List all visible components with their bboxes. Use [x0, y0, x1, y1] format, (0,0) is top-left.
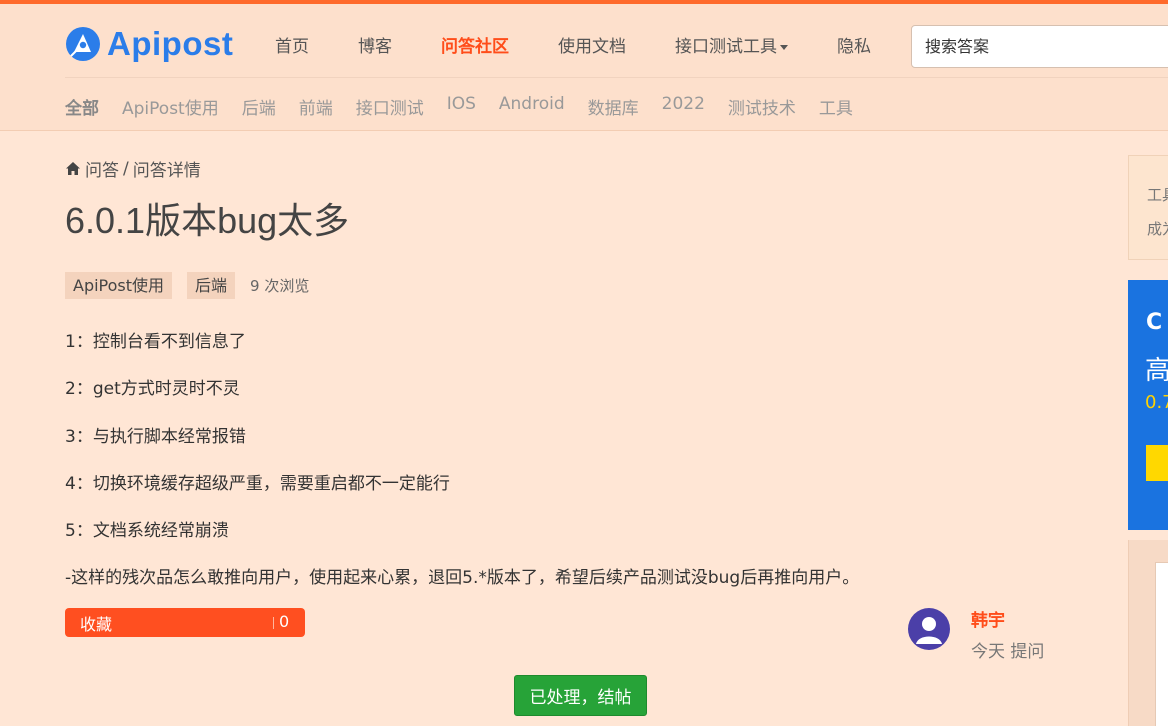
nav-qa-community[interactable]: 问答社区 — [441, 32, 509, 57]
category-testing-tech[interactable]: 测试技术 — [728, 94, 796, 119]
chevron-down-icon — [780, 44, 788, 50]
category-2022[interactable]: 2022 — [662, 94, 705, 119]
category-database[interactable]: 数据库 — [588, 94, 639, 119]
favorite-count: 0 — [279, 612, 290, 631]
resolve-close-button[interactable]: 已处理，结帖 — [514, 675, 647, 716]
view-count: 9 次浏览 — [250, 277, 310, 295]
category-all[interactable]: 全部 — [65, 94, 99, 119]
brand-name: Apipost — [107, 25, 234, 62]
nav-api-tools-dropdown[interactable]: 接口测试工具 — [675, 32, 788, 57]
question-body: 1：控制台看不到信息了 2：get方式时灵时不灵 3：与执行脚本经常报错 4：切… — [65, 331, 859, 615]
apipost-logo[interactable]: Apipost — [65, 22, 233, 66]
question-title: 6.0.1版本bug太多 — [65, 200, 350, 241]
breadcrumb: 问答 / 问答详情 — [65, 156, 201, 181]
author-info: 韩宇 今天 提问 — [908, 606, 1044, 662]
search-input[interactable] — [911, 25, 1168, 68]
sidebar-card-partial: 工具 成为 — [1128, 155, 1168, 260]
category-nav: 全部 ApiPost使用 后端 前端 接口测试 IOS Android 数据库 … — [65, 94, 876, 119]
breadcrumb-current: 问答详情 — [132, 161, 201, 181]
site-header: Apipost 首页 博客 问答社区 使用文档 接口测试工具 隐私 全部 Api… — [0, 4, 1168, 131]
sidebar-ad-banner[interactable]: C 高 0.7 — [1128, 280, 1168, 530]
favorite-button[interactable]: 收藏 0 — [65, 608, 305, 637]
breadcrumb-root[interactable]: 问答 — [85, 156, 119, 181]
category-api-testing[interactable]: 接口测试 — [356, 94, 424, 119]
category-frontend[interactable]: 前端 — [299, 94, 333, 119]
nav-docs[interactable]: 使用文档 — [558, 32, 626, 57]
body-line: 1：控制台看不到信息了 — [65, 332, 246, 352]
nav-divider — [65, 77, 1168, 78]
sidebar-card-line: 成为 — [1147, 220, 1168, 238]
tag-backend[interactable]: 后端 — [187, 272, 236, 299]
favorite-divider — [273, 617, 274, 629]
question-tags: ApiPost使用 后端 9 次浏览 — [65, 272, 309, 299]
nav-home[interactable]: 首页 — [275, 32, 309, 57]
banner-headline: 高 — [1145, 356, 1168, 386]
nav-privacy[interactable]: 隐私 — [837, 32, 871, 57]
banner-subline: 0.7 — [1145, 392, 1168, 413]
nav-api-tools-label: 接口测试工具 — [675, 37, 777, 57]
category-tools[interactable]: 工具 — [819, 94, 853, 119]
body-line: 2：get方式时灵时不灵 — [65, 379, 240, 400]
body-line: 4：切换环境缓存超级严重，需要重启都不一定能行 — [65, 473, 450, 494]
apipost-logo-icon — [66, 27, 100, 61]
banner-cta-button[interactable] — [1146, 445, 1168, 481]
category-apipost-usage[interactable]: ApiPost使用 — [122, 94, 219, 119]
person-icon — [916, 617, 942, 644]
author-name[interactable]: 韩宇 — [971, 606, 1044, 631]
author-meta: 今天 提问 — [971, 642, 1045, 662]
sidebar-lower-inner — [1155, 562, 1168, 726]
main-nav: 首页 博客 问答社区 使用文档 接口测试工具 隐私 — [275, 32, 920, 57]
breadcrumb-separator: / — [123, 158, 129, 179]
banner-logo-text: C — [1146, 310, 1163, 335]
body-line: 5：文档系统经常崩溃 — [65, 521, 229, 542]
category-android[interactable]: Android — [499, 94, 565, 119]
sidebar-lower-panel — [1128, 540, 1168, 726]
sidebar-card-line: 工具 — [1147, 186, 1168, 204]
category-ios[interactable]: IOS — [447, 94, 476, 119]
user-avatar-icon[interactable] — [908, 608, 950, 650]
category-backend[interactable]: 后端 — [242, 94, 276, 119]
author-text: 韩宇 今天 提问 — [971, 606, 1044, 662]
body-line: 3：与执行脚本经常报错 — [65, 426, 246, 447]
favorite-label: 收藏 — [80, 614, 113, 634]
nav-blog[interactable]: 博客 — [358, 32, 392, 57]
tag-apipost-usage[interactable]: ApiPost使用 — [65, 272, 173, 299]
home-icon[interactable] — [65, 161, 81, 176]
